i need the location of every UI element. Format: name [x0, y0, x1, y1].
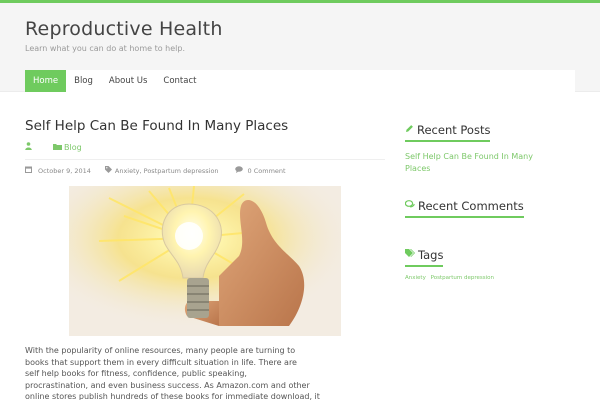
sidebar: Recent Posts Self Help Can Be Found In M…	[404, 118, 575, 281]
tag-icon	[104, 166, 112, 175]
lightbulb-thumbs-up-illustration	[69, 186, 341, 336]
pencil-icon	[405, 124, 414, 136]
post-category[interactable]: Blog	[64, 143, 82, 152]
nav-item-contact[interactable]: Contact	[155, 70, 204, 92]
widget-tags: Tags Anxiety Postpartum depression	[405, 242, 575, 281]
post-featured-image[interactable]	[69, 186, 341, 336]
post-meta-secondary: October 9, 2014 Anxiety, Postpartum depr…	[25, 166, 286, 175]
post-tags[interactable]: Anxiety, Postpartum depression	[115, 167, 219, 175]
post-excerpt-line: online stores publish hundreds of these …	[25, 392, 320, 400]
site-header: Reproductive Health Learn what you can d…	[0, 3, 600, 92]
folder-icon	[53, 143, 62, 152]
widget-title-text: Recent Posts	[417, 123, 491, 137]
nav-item-about-us[interactable]: About Us	[101, 70, 155, 92]
site-description: Learn what you can do at home to help.	[25, 44, 185, 53]
comment-icon	[234, 166, 243, 175]
widget-title-text: Recent Comments	[418, 199, 524, 213]
post-excerpt-line: With the popularity of online resources,…	[25, 346, 296, 355]
tag-link[interactable]: Postpartum depression	[431, 275, 494, 281]
main-nav: Home Blog About Us Contact	[25, 70, 575, 92]
tag-cloud: Anxiety Postpartum depression	[405, 275, 575, 281]
post-comments[interactable]: 0 Comment	[248, 167, 286, 175]
post-excerpt-line: books that support them in every difficu…	[25, 357, 297, 367]
nav-item-home[interactable]: Home	[25, 70, 67, 92]
meta-divider	[25, 159, 385, 160]
user-icon	[25, 142, 32, 152]
tags-icon	[405, 249, 415, 260]
post-excerpt-line: procrastination, and even business succe…	[25, 380, 310, 390]
widget-title-recent-comments: Recent Comments	[404, 199, 524, 218]
post-excerpt-line: self help books for fitness, confidence,…	[25, 369, 247, 378]
widget-title-tags: Tags	[405, 247, 444, 267]
widget-title-text: Tags	[418, 247, 444, 262]
post-meta-primary: Blog	[25, 142, 82, 152]
widget-recent-posts: Recent Posts Self Help Can Be Found In M…	[405, 118, 575, 174]
tag-link[interactable]: Anxiety	[405, 275, 426, 281]
recent-post-link[interactable]: Self Help Can Be Found In Many Places	[405, 151, 545, 174]
widget-recent-comments: Recent Comments	[404, 194, 575, 218]
post-excerpt: With the popularity of online resources,…	[25, 345, 325, 400]
widget-title-recent-posts: Recent Posts	[405, 123, 491, 142]
comments-icon	[404, 200, 415, 212]
site-title[interactable]: Reproductive Health	[25, 18, 223, 40]
post-date[interactable]: October 9, 2014	[38, 167, 91, 175]
calendar-icon	[25, 166, 32, 175]
post-title[interactable]: Self Help Can Be Found In Many Places	[25, 118, 288, 134]
nav-item-blog[interactable]: Blog	[66, 70, 101, 92]
